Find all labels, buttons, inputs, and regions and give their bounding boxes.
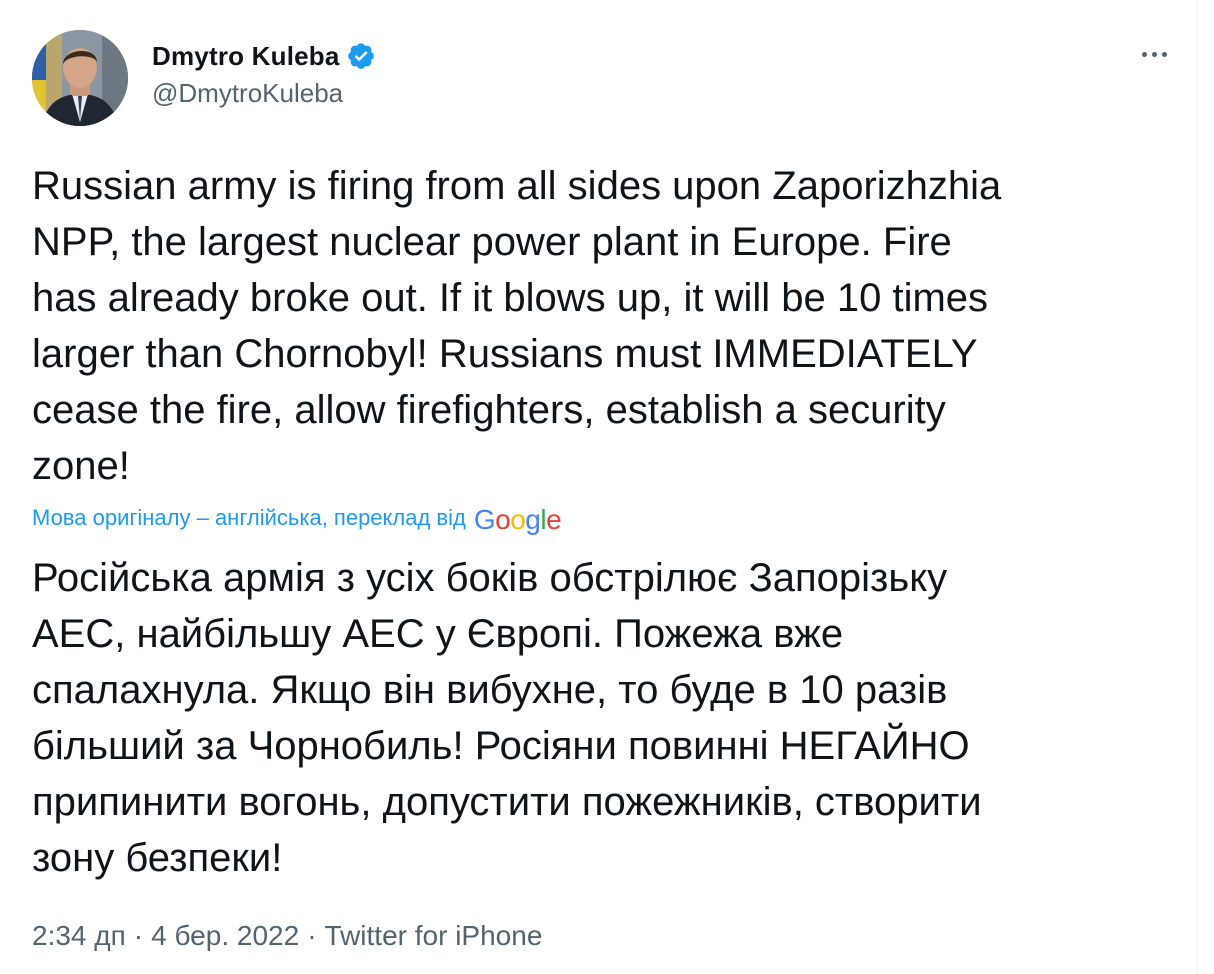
more-dot: [1151, 51, 1157, 57]
google-letter: o: [510, 504, 526, 535]
avatar[interactable]: [32, 30, 128, 126]
profile-photo: [32, 30, 128, 126]
google-letter: G: [473, 504, 496, 535]
tweet-header: Dmytro Kuleba @DmytroKuleba: [32, 30, 1172, 130]
timeline-border: [1197, 0, 1198, 974]
verified-badge-icon: [346, 41, 376, 71]
translated-tweet-text: Російська армія з усіх боків обстрілює З…: [32, 556, 982, 880]
tweet-source[interactable]: Twitter for iPhone: [325, 920, 543, 952]
tweet-text: Russian army is firing from all sides up…: [32, 164, 1002, 488]
meta-separator: ·: [133, 920, 144, 951]
tweet-date[interactable]: 4 бер. 2022: [151, 920, 299, 952]
name-row: Dmytro Kuleba: [152, 40, 376, 72]
author-display-name[interactable]: Dmytro Kuleba: [152, 41, 340, 72]
google-letter: g: [525, 504, 541, 535]
google-letter: e: [546, 504, 562, 535]
more-dot: [1161, 51, 1167, 57]
meta-separator: ·: [307, 920, 317, 951]
tweet-time[interactable]: 2:34 дп: [32, 920, 126, 952]
google-letter: o: [495, 504, 511, 535]
more-options-icon[interactable]: [1136, 42, 1172, 66]
author-handle[interactable]: @DmytroKuleba: [152, 78, 376, 109]
translation-label[interactable]: Мова оригіналу – англійська, переклад ві…: [32, 505, 466, 531]
google-logo: Google: [473, 504, 562, 536]
tweet-meta: 2:34 дп · 4 бер. 2022 · Twitter for iPho…: [32, 916, 542, 956]
author-info: Dmytro Kuleba @DmytroKuleba: [152, 40, 376, 109]
more-dot: [1141, 51, 1147, 57]
translation-attribution: Мова оригіналу – англійська, переклад ві…: [32, 500, 562, 536]
